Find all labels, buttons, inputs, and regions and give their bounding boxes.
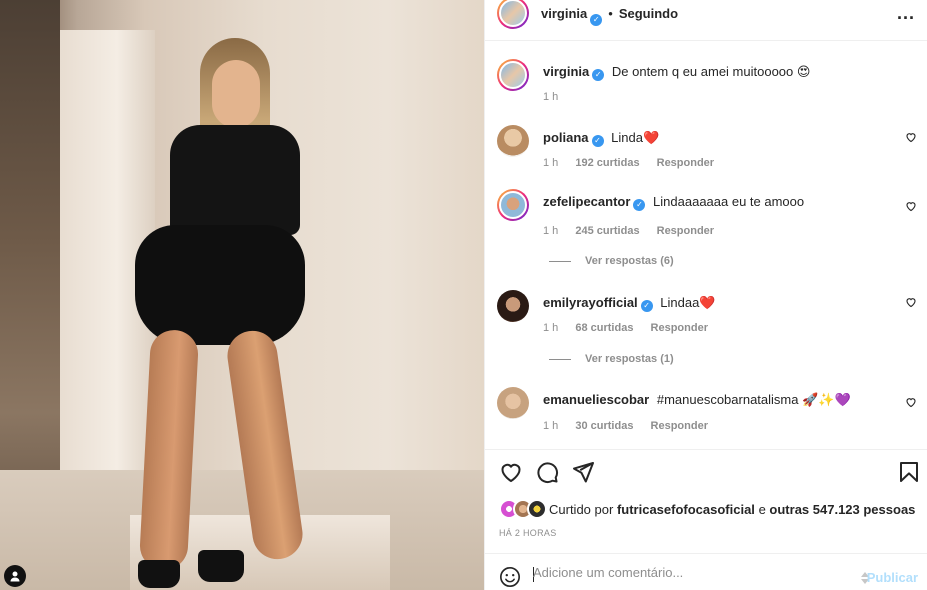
reply-button[interactable]: Responder <box>651 420 708 432</box>
author-avatar[interactable] <box>497 59 529 91</box>
verified-icon: ✓ <box>633 199 646 211</box>
post-actions: Curtido por futricasefofocasoficial e ou… <box>485 449 927 553</box>
reply-button[interactable]: Responder <box>657 225 714 237</box>
verified-icon: ✓ <box>591 135 604 147</box>
commenter-avatar[interactable] <box>497 290 529 322</box>
view-replies-label[interactable]: Ver respostas (6) <box>585 255 674 267</box>
comment-hashtag-link[interactable]: #manuescobarnatalisma <box>657 392 799 407</box>
comment: emilyrayofficial ✓ Lindaa❤️ 1 h 68 curtid… <box>497 290 917 340</box>
comment-username[interactable]: emilyrayofficial <box>543 295 638 310</box>
replies-line <box>549 260 571 262</box>
comment-likes[interactable]: 245 curtidas <box>575 225 639 237</box>
liked-by-username[interactable]: futricasefofocasoficial <box>617 502 755 517</box>
like-heart-icon[interactable] <box>905 396 917 408</box>
post-photo[interactable] <box>0 0 484 590</box>
commenter-avatar[interactable] <box>497 189 529 221</box>
liker-avatars <box>499 499 549 519</box>
verified-icon: ✓ <box>592 69 605 81</box>
comment-composer: Publicar <box>485 553 927 590</box>
verified-icon: ✓ <box>640 300 653 312</box>
tag-user-icon[interactable] <box>4 565 26 587</box>
caption-text: De ontem q eu amei muitooooo 😍 <box>611 64 811 79</box>
view-replies-button[interactable]: Ver respostas (1) <box>549 353 674 365</box>
like-heart-icon[interactable] <box>905 131 917 143</box>
comment-likes[interactable]: 30 curtidas <box>575 420 633 432</box>
commenter-avatar[interactable] <box>497 387 529 419</box>
like-heart-icon[interactable] <box>905 200 917 212</box>
publish-button[interactable]: Publicar <box>867 570 918 585</box>
reply-button[interactable]: Responder <box>657 157 714 169</box>
post-detail-panel: virginia ✓ • Seguindo ... virginia ✓ De o… <box>484 0 927 590</box>
caption: virginia ✓ De ontem q eu amei muitooooo 😍… <box>497 59 917 119</box>
comment: emanueliescobar #manuescobarnatalisma 🚀✨… <box>497 387 917 437</box>
emoji-icon[interactable] <box>499 566 521 588</box>
following-button[interactable]: Seguindo <box>619 6 678 21</box>
view-replies-label[interactable]: Ver respostas (1) <box>585 353 674 365</box>
comment-time[interactable]: 1 h <box>543 157 558 169</box>
commenter-avatar[interactable] <box>497 125 529 157</box>
comment: poliana ✓ Linda❤️ 1 h 192 curtidas Respon… <box>497 125 917 175</box>
liked-by-and: e <box>758 501 766 517</box>
author-username[interactable]: virginia <box>541 6 587 21</box>
liked-by-label: Curtido por <box>549 501 614 517</box>
bookmark-icon[interactable] <box>897 460 921 484</box>
reply-button[interactable]: Responder <box>651 322 708 334</box>
comment-username[interactable]: poliana <box>543 130 589 145</box>
comment: zefelipecantor ✓ Lindaaaaaaa eu te amooo … <box>497 189 917 239</box>
comment-input[interactable] <box>533 565 833 580</box>
comment-time[interactable]: 1 h <box>543 420 558 432</box>
more-icon[interactable]: ... <box>897 3 915 24</box>
comment-username[interactable]: zefelipecantor <box>543 194 630 209</box>
like-heart-icon[interactable] <box>905 296 917 308</box>
comment-text: 🚀✨💜 <box>802 392 851 407</box>
comment-username[interactable]: emanueliescobar <box>543 392 649 407</box>
comment-time[interactable]: 1 h <box>543 225 558 237</box>
comment-text: Linda❤️ <box>611 130 660 145</box>
post-header: virginia ✓ • Seguindo ... <box>485 0 927 41</box>
comments-list: virginia ✓ De ontem q eu amei muitooooo 😍… <box>485 41 927 449</box>
author-avatar[interactable] <box>497 0 529 29</box>
replies-line <box>549 358 571 360</box>
comment-likes[interactable]: 192 curtidas <box>575 157 639 169</box>
liked-by-others[interactable]: outras 547.123 pessoas <box>769 502 915 517</box>
caption-username[interactable]: virginia <box>543 64 589 79</box>
caption-time[interactable]: 1 h <box>543 91 558 103</box>
comment-text: Lindaaaaaaa eu te amooo <box>653 194 805 209</box>
verified-icon: ✓ <box>590 14 603 26</box>
separator-dot: • <box>608 5 613 21</box>
comment-likes[interactable]: 68 curtidas <box>575 322 633 334</box>
post-timestamp[interactable]: HÁ 2 HORAS <box>499 528 557 538</box>
comment-text: Lindaa❤️ <box>660 295 716 310</box>
view-replies-button[interactable]: Ver respostas (6) <box>549 255 674 267</box>
likes-summary: Curtido por futricasefofocasoficial e ou… <box>499 499 915 519</box>
comment-time[interactable]: 1 h <box>543 322 558 334</box>
photo-subject <box>130 30 320 590</box>
